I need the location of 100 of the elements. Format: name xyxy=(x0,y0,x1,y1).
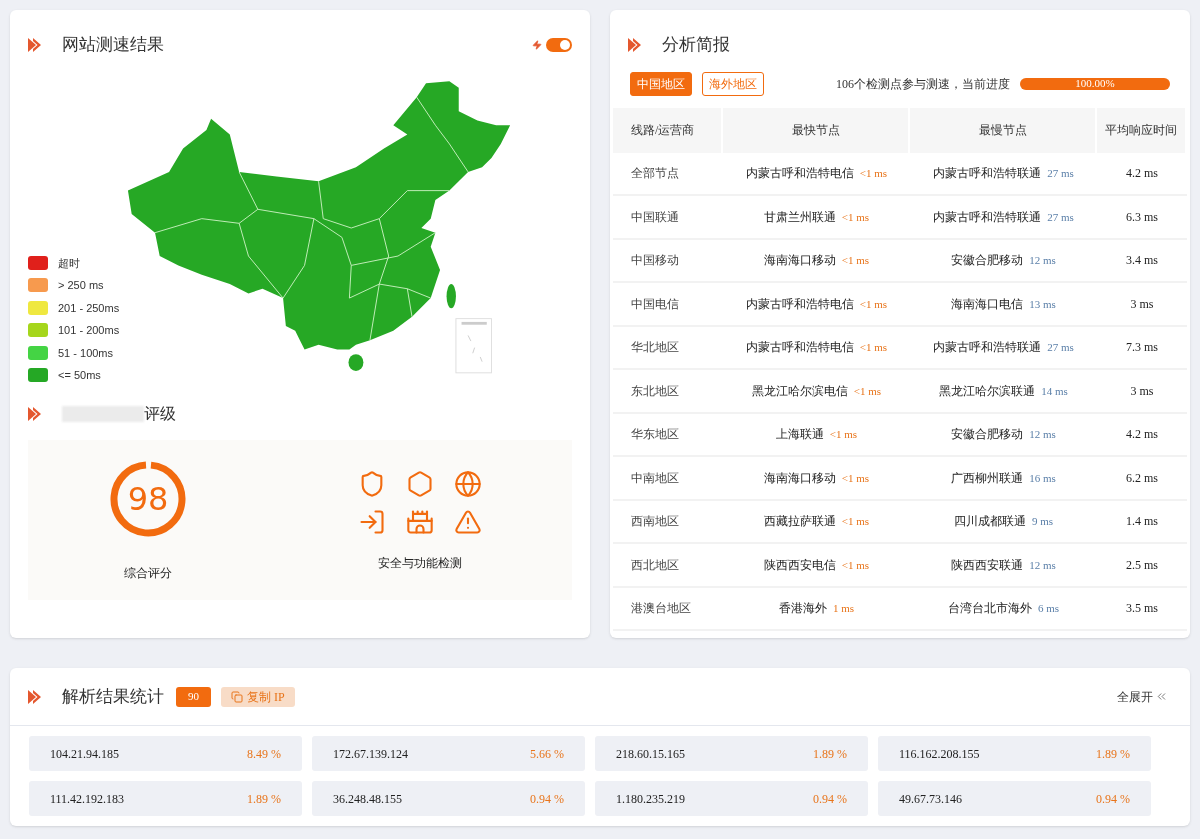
latency-value: <1 ms xyxy=(853,383,882,399)
table-cell-text: 西南地区 xyxy=(631,513,679,531)
table-cell-text: 3.4 ms xyxy=(1126,252,1158,270)
table-cell-text: 陕西西安电信 xyxy=(763,556,836,574)
count-badge: 90 xyxy=(176,686,211,707)
section-title: 分析简报 xyxy=(662,34,730,56)
table-cell-text: 全部节点 xyxy=(631,165,679,183)
latency-value: 13 ms xyxy=(1029,296,1056,312)
table-cell-text: 中国联通 xyxy=(631,208,679,226)
latency-value: 27 ms xyxy=(1047,166,1074,181)
table-cell-text: 内蒙古呼和浩特联通 xyxy=(933,208,1042,226)
latency-value: 9 ms xyxy=(1031,514,1054,529)
region-tab[interactable]: 海外地区 xyxy=(702,71,764,96)
table-cell-text: 内蒙古呼和浩特联通 xyxy=(933,165,1042,183)
table-cell-text: 黑龙江哈尔滨电信 xyxy=(751,382,848,400)
latency-value: <1 ms xyxy=(841,209,870,225)
section-title: 解析结果统计 xyxy=(62,685,164,708)
table-cell-text: 7.3 ms xyxy=(1126,339,1158,357)
latency-value: <1 ms xyxy=(859,340,888,355)
table-cell-text: 海南海口电信 xyxy=(951,295,1024,313)
progress-reading: 100.00% xyxy=(1074,77,1116,90)
lightning-icon xyxy=(532,39,542,50)
legend-label: 201 - 250ms xyxy=(58,300,120,316)
table-cell-text: 3 ms xyxy=(1130,382,1154,400)
table-cell-text: 3.5 ms xyxy=(1126,600,1158,618)
ip-address: 36.248.48.155 xyxy=(333,790,402,808)
section-title: 评级 xyxy=(144,403,176,424)
latency-value: 1 ms xyxy=(832,601,855,616)
legend-label: 101 - 200ms xyxy=(58,323,120,338)
latency-value: 12 ms xyxy=(1029,253,1056,268)
score-value: 98 xyxy=(127,478,169,520)
table-cell-text: 台湾台北市海外 xyxy=(947,600,1032,618)
latency-value: <1 ms xyxy=(859,166,888,181)
table-cell-text: 安徽合肥移动 xyxy=(951,252,1024,270)
section-title: 网站测速结果 xyxy=(62,34,164,56)
table-cell-text: 安徽合肥移动 xyxy=(951,426,1024,444)
table-cell-text: 内蒙古呼和浩特电信 xyxy=(745,295,854,313)
double-arrow-icon xyxy=(28,406,42,421)
table-cell-text: 内蒙古呼和浩特电信 xyxy=(745,165,854,183)
latency-value: <1 ms xyxy=(859,296,888,312)
column-header: 最快节点 xyxy=(791,122,840,139)
table-cell-text: 甘肃兰州联通 xyxy=(763,208,836,226)
column-header: 线路/运营商 xyxy=(631,122,695,139)
latency-value: <1 ms xyxy=(841,253,870,268)
ip-share: 8.49 % xyxy=(247,745,281,763)
security-label: 安全与功能检测 xyxy=(378,554,462,572)
table-cell-text: 2.5 ms xyxy=(1126,556,1158,574)
table-cell-text: 上海联通 xyxy=(775,426,824,444)
table-cell-text: 中国移动 xyxy=(631,252,679,270)
copy-ip-button[interactable]: 复制 IP xyxy=(221,686,295,707)
legend-label: 超时 xyxy=(58,255,80,271)
table-cell-text: 广西柳州联通 xyxy=(951,469,1024,487)
table-cell-text: 内蒙古呼和浩特联通 xyxy=(933,339,1042,357)
table-cell-text: 中南地区 xyxy=(631,469,679,487)
double-arrow-icon xyxy=(28,689,42,704)
column-header: 平均响应时间 xyxy=(1105,122,1177,139)
table-cell-text: 3 ms xyxy=(1130,295,1154,313)
latency-value: 14 ms xyxy=(1041,383,1068,399)
latency-value: <1 ms xyxy=(829,427,858,442)
ip-share: 0.94 % xyxy=(530,790,564,808)
latency-value: <1 ms xyxy=(841,514,870,529)
latency-value: 12 ms xyxy=(1029,427,1056,442)
table-cell-text: 华北地区 xyxy=(631,339,679,357)
ip-share: 5.66 % xyxy=(530,745,564,763)
table-cell-text: 华东地区 xyxy=(631,426,679,444)
latency-value: 12 ms xyxy=(1029,557,1056,573)
ip-address: 104.21.94.185 xyxy=(50,745,119,763)
castle-icon xyxy=(406,507,434,536)
copy-icon xyxy=(231,690,243,703)
double-arrow-icon xyxy=(28,37,42,52)
ip-share: 1.89 % xyxy=(813,745,847,763)
toggle-switch[interactable] xyxy=(546,37,572,52)
table-cell-text: 4.2 ms xyxy=(1126,165,1158,183)
region-tab[interactable]: 中国地区 xyxy=(630,71,692,96)
chevrons-icon xyxy=(1155,690,1168,703)
table-cell-text: 海南海口移动 xyxy=(763,469,836,487)
table-cell-text: 6.2 ms xyxy=(1126,469,1158,487)
ip-address: 111.42.192.183 xyxy=(50,790,125,808)
hexagon-icon xyxy=(406,469,434,498)
ip-share: 0.94 % xyxy=(813,790,847,808)
ip-address: 172.67.139.124 xyxy=(333,745,408,763)
score-label: 综合评分 xyxy=(124,564,172,582)
latency-value: 16 ms xyxy=(1029,470,1056,486)
ip-share: 1.89 % xyxy=(1096,745,1130,763)
table-cell-text: 西藏拉萨联通 xyxy=(763,513,836,531)
legend-label: <= 50ms xyxy=(58,368,101,383)
ip-address: 116.162.208.155 xyxy=(899,745,980,763)
table-cell-text: 陕西西安联通 xyxy=(951,556,1024,574)
latency-value: <1 ms xyxy=(841,470,870,486)
ip-address: 218.60.15.165 xyxy=(616,745,685,763)
expand-all-link[interactable]: 全展开 xyxy=(1117,687,1168,706)
ip-address: 49.67.73.146 xyxy=(899,790,962,808)
table-cell-text: 香港海外 xyxy=(778,600,827,618)
table-cell-text: 中国电信 xyxy=(631,295,679,313)
table-cell-text: 黑龙江哈尔滨联通 xyxy=(939,382,1036,400)
latency-value: <1 ms xyxy=(841,557,870,573)
table-cell-text: 西北地区 xyxy=(631,556,679,574)
ip-share: 0.94 % xyxy=(1096,790,1130,808)
table-cell-text: 海南海口移动 xyxy=(763,252,836,270)
table-cell-text: 四川成都联通 xyxy=(953,513,1026,531)
